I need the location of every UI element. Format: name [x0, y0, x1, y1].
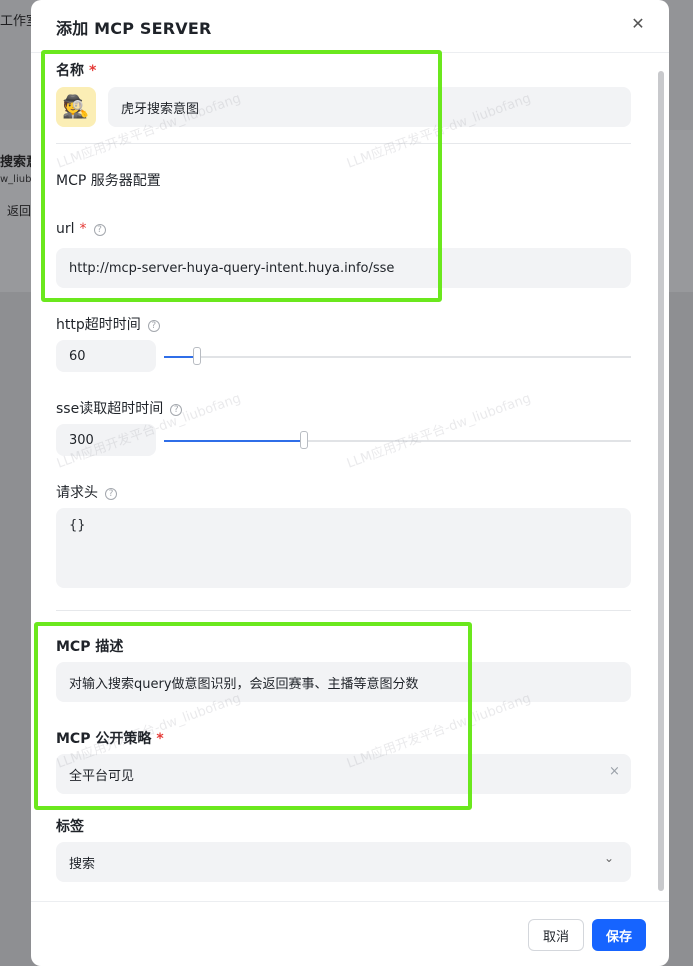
- add-mcp-server-dialog: 添加 MCP SERVER ✕ 名称 * 🕵️ 虎牙搜索意图 MCP 服务器配置 …: [31, 0, 669, 966]
- tags-select[interactable]: 搜索: [56, 842, 631, 882]
- background-back-link: 返回: [7, 204, 32, 218]
- close-icon[interactable]: ✕: [628, 14, 648, 34]
- server-avatar[interactable]: 🕵️: [56, 87, 96, 127]
- http-timeout-value: 60: [69, 348, 86, 364]
- sse-timeout-label-text: sse读取超时时间: [56, 401, 164, 417]
- required-mark: *: [79, 221, 87, 237]
- http-timeout-label: http超时时间?: [56, 314, 160, 334]
- dialog-title: 添加 MCP SERVER: [56, 19, 212, 38]
- http-timeout-slider-track[interactable]: [164, 356, 631, 358]
- section-divider: [56, 143, 631, 144]
- policy-label: MCP 公开策略 *: [56, 728, 164, 748]
- help-icon[interactable]: ?: [105, 488, 117, 500]
- name-input[interactable]: 虎牙搜索意图: [108, 87, 631, 127]
- url-label: url *?: [56, 221, 106, 237]
- tags-value: 搜索: [69, 856, 96, 872]
- help-icon[interactable]: ?: [147, 320, 160, 332]
- footer-divider: [31, 901, 669, 902]
- description-value: 对输入搜索query做意图识别，会返回赛事、主播等意图分数: [69, 676, 419, 692]
- description-label: MCP 描述: [56, 639, 124, 655]
- required-mark: *: [89, 63, 97, 79]
- http-timeout-label-text: http超时时间: [56, 317, 141, 333]
- detective-avatar-icon: 🕵️: [62, 94, 90, 120]
- sse-timeout-label: sse读取超时时间?: [56, 398, 183, 418]
- tags-label: 标签: [56, 819, 84, 835]
- headers-value: {}: [69, 518, 86, 533]
- cancel-button[interactable]: 取消: [528, 919, 584, 951]
- watermark: LLM应用开发平台-dw_liubofang: [344, 391, 533, 472]
- http-timeout-slider-handle[interactable]: [193, 347, 201, 365]
- server-config-title: MCP 服务器配置: [56, 173, 161, 189]
- sse-timeout-value: 300: [69, 432, 94, 448]
- url-input[interactable]: http://mcp-server-huya-query-intent.huya…: [56, 248, 631, 288]
- name-label: 名称 *: [56, 60, 96, 80]
- save-button[interactable]: 保存: [592, 919, 646, 951]
- clear-icon[interactable]: ×: [609, 764, 620, 779]
- headers-textarea[interactable]: {}: [56, 508, 631, 588]
- policy-value: 全平台可见: [69, 768, 135, 784]
- sse-timeout-input[interactable]: 300: [56, 424, 156, 456]
- sse-timeout-slider-fill: [164, 440, 304, 442]
- header-divider: [31, 52, 669, 53]
- headers-label: 请求头?: [56, 482, 117, 502]
- description-input[interactable]: 对输入搜索query做意图识别，会返回赛事、主播等意图分数: [56, 662, 631, 702]
- section-divider: [56, 610, 631, 611]
- scrollbar[interactable]: [658, 71, 664, 891]
- policy-label-text: MCP 公开策略: [56, 731, 152, 747]
- chevron-down-icon[interactable]: ⌄: [604, 851, 614, 865]
- help-icon[interactable]: ?: [170, 404, 183, 416]
- name-input-value: 虎牙搜索意图: [121, 101, 200, 117]
- headers-label-text: 请求头: [56, 485, 98, 501]
- http-timeout-input[interactable]: 60: [56, 340, 156, 372]
- sse-timeout-slider-handle[interactable]: [300, 431, 308, 449]
- url-input-value: http://mcp-server-huya-query-intent.huya…: [69, 260, 395, 276]
- url-label-text: url: [56, 221, 75, 237]
- required-mark: *: [156, 731, 164, 747]
- name-label-text: 名称: [56, 63, 84, 79]
- help-icon[interactable]: ?: [93, 224, 106, 236]
- policy-select[interactable]: 全平台可见: [56, 754, 631, 794]
